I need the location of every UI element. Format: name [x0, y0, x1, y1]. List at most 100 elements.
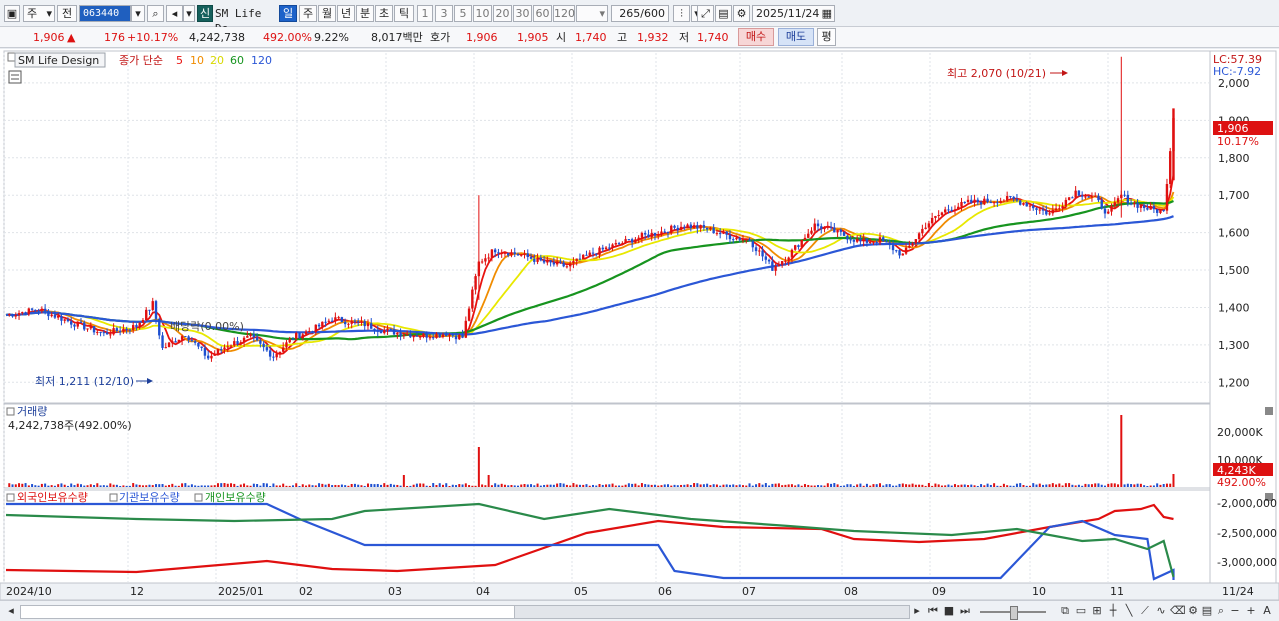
- candle-body: [950, 209, 953, 211]
- holding-menu-icon[interactable]: [6, 493, 15, 502]
- prev-button[interactable]: 전: [57, 5, 77, 22]
- candle-body: [1152, 206, 1156, 210]
- draw-wave-icon[interactable]: ∿: [1154, 604, 1168, 618]
- volume-bar: [1126, 483, 1129, 487]
- stock-code-input[interactable]: 063440: [79, 5, 131, 22]
- period-day-button[interactable]: 일: [279, 5, 297, 22]
- candle-body: [330, 320, 334, 322]
- buy-button[interactable]: 매수: [738, 28, 774, 46]
- volume-bar: [572, 483, 575, 487]
- new-badge[interactable]: 신: [197, 5, 213, 22]
- first-icon[interactable]: ⏮: [926, 604, 940, 618]
- date-tick-label: 2025/01: [218, 585, 264, 598]
- crosshair-icon[interactable]: ┼: [1106, 604, 1120, 618]
- sell-button[interactable]: 매도: [778, 28, 814, 46]
- save-icon[interactable]: ▤: [715, 5, 732, 22]
- chart-title: SM Life Design: [18, 54, 99, 67]
- interval-10[interactable]: 10: [473, 5, 492, 22]
- candle-body: [800, 239, 803, 248]
- zoom-in-icon[interactable]: +: [1244, 604, 1258, 618]
- volume-bar: [174, 485, 177, 487]
- grid-icon[interactable]: ⊞: [1090, 604, 1104, 618]
- scrollbar-thumb[interactable]: [514, 606, 909, 618]
- interval-20[interactable]: 20: [493, 5, 512, 22]
- volume-bar: [738, 484, 741, 487]
- volume-bar: [141, 485, 144, 487]
- interval-120[interactable]: 120: [553, 5, 575, 22]
- volume-bar: [203, 485, 206, 487]
- date-input[interactable]: 2025/11/24 ▦: [752, 5, 835, 22]
- candle-body: [1165, 184, 1169, 211]
- candle-body: [1048, 213, 1051, 215]
- period-minute-button[interactable]: 분: [356, 5, 374, 22]
- code-dropdown-icon[interactable]: ▾: [131, 5, 145, 22]
- draw-line-icon[interactable]: ╲: [1122, 604, 1136, 618]
- period-second-button[interactable]: 초: [375, 5, 393, 22]
- interval-30[interactable]: 30: [513, 5, 532, 22]
- settings-icon[interactable]: ⚙: [1186, 604, 1200, 618]
- calendar-icon[interactable]: ▦: [822, 6, 832, 21]
- search-zoom-icon[interactable]: ⌕: [1214, 604, 1228, 618]
- table-toggle-icon[interactable]: [8, 70, 22, 84]
- trend-tool-icon[interactable]: ⤢: [697, 5, 714, 22]
- zoom-slider-thumb[interactable]: [1010, 606, 1018, 620]
- stop-icon[interactable]: ■: [942, 604, 956, 618]
- period-year-button[interactable]: 년: [337, 5, 355, 22]
- interval-1[interactable]: 1: [417, 5, 433, 22]
- zoom-slider[interactable]: [980, 606, 1046, 620]
- candle-body: [917, 233, 921, 240]
- interval-60[interactable]: 60: [533, 5, 552, 22]
- price-tick-label: 1,600: [1218, 227, 1250, 240]
- candle-body: [826, 226, 829, 228]
- chevron-down-icon: ▾: [46, 7, 52, 20]
- candle-body: [846, 235, 849, 240]
- last-icon[interactable]: ⏭: [958, 604, 972, 618]
- volume-close-icon[interactable]: [1265, 407, 1273, 415]
- volume-bar: [728, 484, 731, 487]
- candle-body: [696, 225, 699, 229]
- volume-bar: [817, 485, 820, 487]
- eraser-icon[interactable]: ⌫: [1170, 604, 1186, 618]
- gear-icon[interactable]: ⚙: [733, 5, 750, 22]
- market-type-select[interactable]: 주 ▾: [23, 5, 55, 22]
- zoom-out-icon[interactable]: −: [1228, 604, 1242, 618]
- volume-bar: [380, 484, 383, 487]
- candle-body: [73, 324, 76, 327]
- candle-type-icon[interactable]: ⫶: [673, 5, 690, 22]
- volume-bar: [331, 485, 334, 487]
- candle-body: [878, 237, 882, 243]
- period-tick-button[interactable]: 틱: [394, 5, 414, 22]
- candle-body: [627, 239, 631, 241]
- chart-canvas[interactable]: 2,0001,9001,8001,7001,6001,5001,4001,300…: [0, 49, 1279, 600]
- candle-body: [118, 331, 122, 333]
- speaker-icon[interactable]: ◂: [166, 5, 183, 22]
- window-menu-icon[interactable]: ▣: [4, 5, 20, 22]
- layout-icon[interactable]: ▭: [1074, 604, 1088, 618]
- period-month-button[interactable]: 월: [318, 5, 336, 22]
- candle-body: [953, 209, 957, 211]
- volume-bar: [164, 485, 167, 487]
- scrollbar-track[interactable]: [20, 605, 910, 619]
- overlay-icon[interactable]: ⧉: [1058, 604, 1072, 618]
- speaker-dropdown-icon[interactable]: ▾: [183, 5, 195, 22]
- candle-body: [350, 320, 353, 324]
- interval-3[interactable]: 3: [435, 5, 453, 22]
- play-icon[interactable]: ▸: [910, 604, 924, 618]
- flat-button[interactable]: 평: [817, 28, 836, 46]
- interval-5[interactable]: 5: [454, 5, 472, 22]
- candle-body: [291, 338, 295, 340]
- status-bar: ◂ ▸ ⏮ ■ ⏭ ⧉ ▭ ⊞ ┼ ╲ ⟋ ∿ ⌫ ⚙ ▤ ⌕ − + A: [0, 600, 1279, 621]
- draw-ray-icon[interactable]: ⟋: [1138, 604, 1152, 618]
- text-size-icon[interactable]: A: [1260, 604, 1274, 618]
- search-icon[interactable]: ⌕: [147, 5, 164, 22]
- candle-body: [141, 320, 145, 323]
- candle-body: [751, 241, 754, 248]
- volume-menu-icon[interactable]: [6, 407, 15, 416]
- period-week-button[interactable]: 주: [299, 5, 317, 22]
- volume-bar: [366, 483, 369, 487]
- interval-custom-input[interactable]: ▾: [576, 5, 608, 22]
- scroll-left-icon[interactable]: ◂: [4, 604, 18, 618]
- count-input[interactable]: 265/600: [611, 5, 669, 22]
- candle-body: [409, 334, 412, 338]
- print-icon[interactable]: ▤: [1200, 604, 1214, 618]
